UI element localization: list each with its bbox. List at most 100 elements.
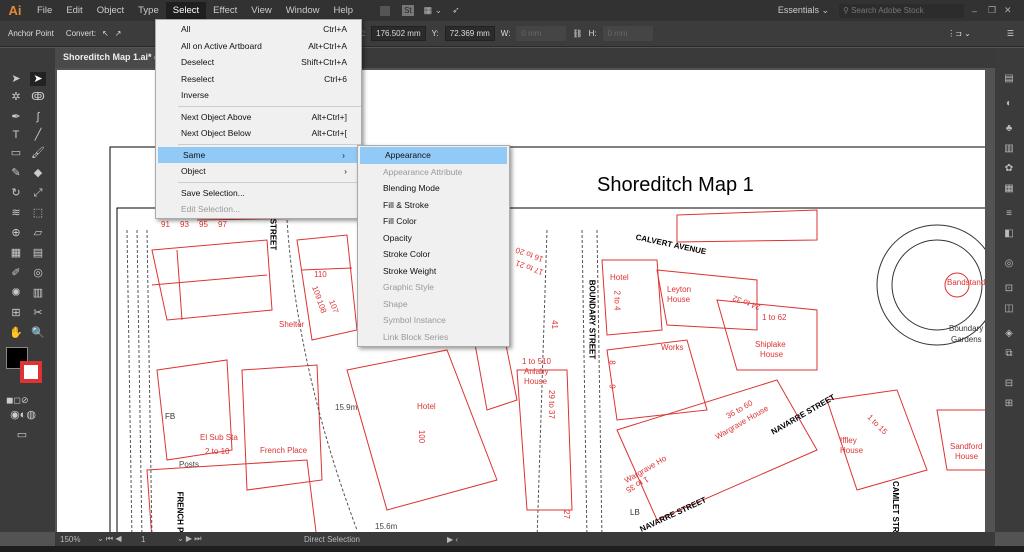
perspective-icon[interactable]: ▱	[30, 226, 46, 240]
menu-item-next-below[interactable]: Next Object Below Alt+Ctrl+[	[156, 125, 361, 142]
arrange-documents-icon[interactable]: ▦ ⌄	[424, 5, 443, 16]
menu-effect[interactable]: Effect	[206, 2, 244, 19]
restore-icon[interactable]: ❐	[988, 5, 1004, 16]
submenu-item-opacity[interactable]: Opacity	[358, 230, 509, 247]
rotate-icon[interactable]: ↻	[8, 186, 24, 200]
align-icon[interactable]: ⋮⊐ ⌄	[947, 29, 971, 38]
screen-mode-icon[interactable]: ▭	[14, 428, 30, 442]
menu-item-object[interactable]: Object ›	[156, 163, 361, 180]
gradient-panel-icon[interactable]: ◧	[1002, 228, 1016, 240]
w-field[interactable]: 0 mm	[516, 26, 567, 41]
shaper-icon[interactable]: ✎	[8, 166, 24, 180]
stock-icon[interactable]: St	[402, 5, 414, 16]
x-field[interactable]: 176.502 mm	[371, 26, 426, 41]
warp-icon[interactable]: ≋	[8, 206, 24, 220]
panel-menu-icon[interactable]: ☰	[1007, 29, 1014, 38]
artboard-number[interactable]: 1	[137, 535, 177, 544]
appearance-icon[interactable]: ◎	[1002, 258, 1016, 270]
menu-file[interactable]: File	[30, 2, 59, 19]
status-menu-icon[interactable]: ▶ ‹	[447, 535, 458, 544]
menu-item-inverse[interactable]: Inverse	[156, 87, 361, 104]
eraser-icon[interactable]: ◆	[30, 166, 46, 180]
eyedropper-icon[interactable]: ✐	[8, 266, 24, 280]
menu-window[interactable]: Window	[279, 2, 327, 19]
link-icon[interactable]: ⛓	[572, 29, 582, 38]
color-guide-icon[interactable]: ◐	[1002, 98, 1016, 110]
rectangle-tool-icon[interactable]: ▭	[8, 146, 24, 160]
symbols-icon[interactable]: ✿	[1002, 163, 1016, 175]
artboard-nav-icon[interactable]: ⌄ ▶ ⏭	[177, 534, 217, 544]
submenu-item-blending-mode[interactable]: Blending Mode	[358, 180, 509, 197]
draw-mode-icon[interactable]: ◉◐◍	[10, 408, 36, 422]
label: Object	[181, 166, 206, 177]
zoom-tool-icon[interactable]: 🔍	[30, 326, 46, 340]
graph-tool-icon[interactable]: ▥	[30, 286, 46, 300]
scale-icon[interactable]: ⤢	[30, 186, 46, 200]
close-icon[interactable]: ✕	[1004, 5, 1024, 16]
menu-edit[interactable]: Edit	[59, 2, 89, 19]
menu-item-all-on-artboard[interactable]: All on Active Artboard Alt+Ctrl+A	[156, 38, 361, 55]
layers-icon[interactable]: ◈	[1002, 328, 1016, 340]
direct-selection-tool-icon[interactable]: ➤	[30, 72, 46, 86]
document-tab[interactable]: Shoreditch Map 1.ai* @	[55, 48, 171, 68]
menu-type[interactable]: Type	[131, 2, 166, 19]
search-stock-input[interactable]: ⚲ Search Adobe Stock	[839, 3, 964, 18]
y-field[interactable]: 72.369 mm	[444, 26, 495, 41]
submenu-item-fill-stroke[interactable]: Fill & Stroke	[358, 197, 509, 214]
links-icon[interactable]: ⊞	[1002, 398, 1016, 410]
submenu-item-stroke-weight[interactable]: Stroke Weight	[358, 263, 509, 280]
artboards-icon[interactable]: ⧉	[1002, 348, 1016, 360]
minimize-icon[interactable]: –	[972, 6, 988, 16]
stroke-icon[interactable]: ≡	[1002, 208, 1016, 220]
bridge-icon[interactable]	[380, 5, 391, 16]
curvature-icon[interactable]: ∫	[30, 110, 46, 124]
free-transform-icon[interactable]: ⬚	[30, 206, 46, 220]
menu-view[interactable]: View	[244, 2, 278, 19]
magic-wand-icon[interactable]: ✲	[8, 90, 24, 104]
mesh-icon[interactable]: ▦	[8, 246, 24, 260]
properties-icon[interactable]: ▤	[1002, 73, 1016, 85]
brushes-icon[interactable]: ▥	[1002, 143, 1016, 155]
graphic-styles-icon[interactable]: ▦	[1002, 183, 1016, 195]
convert-smooth-icon[interactable]: ↗	[115, 29, 122, 38]
swatches-icon[interactable]: ♣	[1002, 123, 1016, 135]
menu-help[interactable]: Help	[327, 2, 361, 19]
menu-item-all[interactable]: All Ctrl+A	[156, 21, 361, 38]
blend-icon[interactable]: ◎	[30, 266, 46, 280]
type-tool-icon[interactable]: T	[8, 128, 24, 142]
convert-corner-icon[interactable]: ↖	[102, 29, 109, 38]
menu-item-save-selection[interactable]: Save Selection...	[156, 185, 361, 202]
gpu-icon[interactable]: ➶	[452, 5, 460, 16]
slice-tool-icon[interactable]: ✂	[30, 306, 46, 320]
h-field[interactable]: 0 mm	[602, 26, 653, 41]
workspace-switcher[interactable]: Essentials ⌄	[778, 5, 839, 16]
artboard-tool-icon[interactable]: ⊞	[8, 306, 24, 320]
menu-item-next-above[interactable]: Next Object Above Alt+Ctrl+]	[156, 109, 361, 126]
align-panel-icon[interactable]: ⊟	[1002, 378, 1016, 390]
submenu-item-stroke-color[interactable]: Stroke Color	[358, 246, 509, 263]
zoom-level[interactable]: 150%	[55, 535, 97, 544]
color-mode-icon[interactable]: ◼◻⊘	[6, 393, 28, 407]
horizontal-scrollbar[interactable]	[0, 546, 1024, 552]
menu-item-deselect[interactable]: Deselect Shift+Ctrl+A	[156, 54, 361, 71]
menu-object[interactable]: Object	[90, 2, 131, 19]
pen-tool-icon[interactable]: ✒	[8, 110, 24, 124]
paintbrush-icon[interactable]: 🖌	[30, 146, 46, 160]
menu-select[interactable]: Select	[165, 2, 207, 19]
lasso-icon[interactable]: ↂ	[30, 90, 46, 104]
zoom-dropdown-icon[interactable]: ⌄ ⏮ ◀	[97, 534, 137, 544]
pathfinder-icon[interactable]: ◫	[1002, 303, 1016, 315]
symbol-sprayer-icon[interactable]: ✺	[8, 286, 24, 300]
transform-icon[interactable]: ⊡	[1002, 283, 1016, 295]
line-tool-icon[interactable]: ╱	[30, 128, 46, 142]
stroke-swatch[interactable]	[20, 361, 42, 383]
selection-tool-icon[interactable]: ➤	[8, 72, 24, 86]
submenu-item-fill-color[interactable]: Fill Color	[358, 213, 509, 230]
submenu-item-appearance[interactable]: Appearance	[360, 147, 507, 164]
menu-item-same[interactable]: Same ›	[158, 146, 359, 163]
map-label: 1 to 62	[762, 313, 787, 322]
shape-builder-icon[interactable]: ⊕	[8, 226, 24, 240]
menu-item-reselect[interactable]: Reselect Ctrl+6	[156, 71, 361, 88]
gradient-icon[interactable]: ▤	[30, 246, 46, 260]
hand-tool-icon[interactable]: ✋	[8, 326, 24, 340]
